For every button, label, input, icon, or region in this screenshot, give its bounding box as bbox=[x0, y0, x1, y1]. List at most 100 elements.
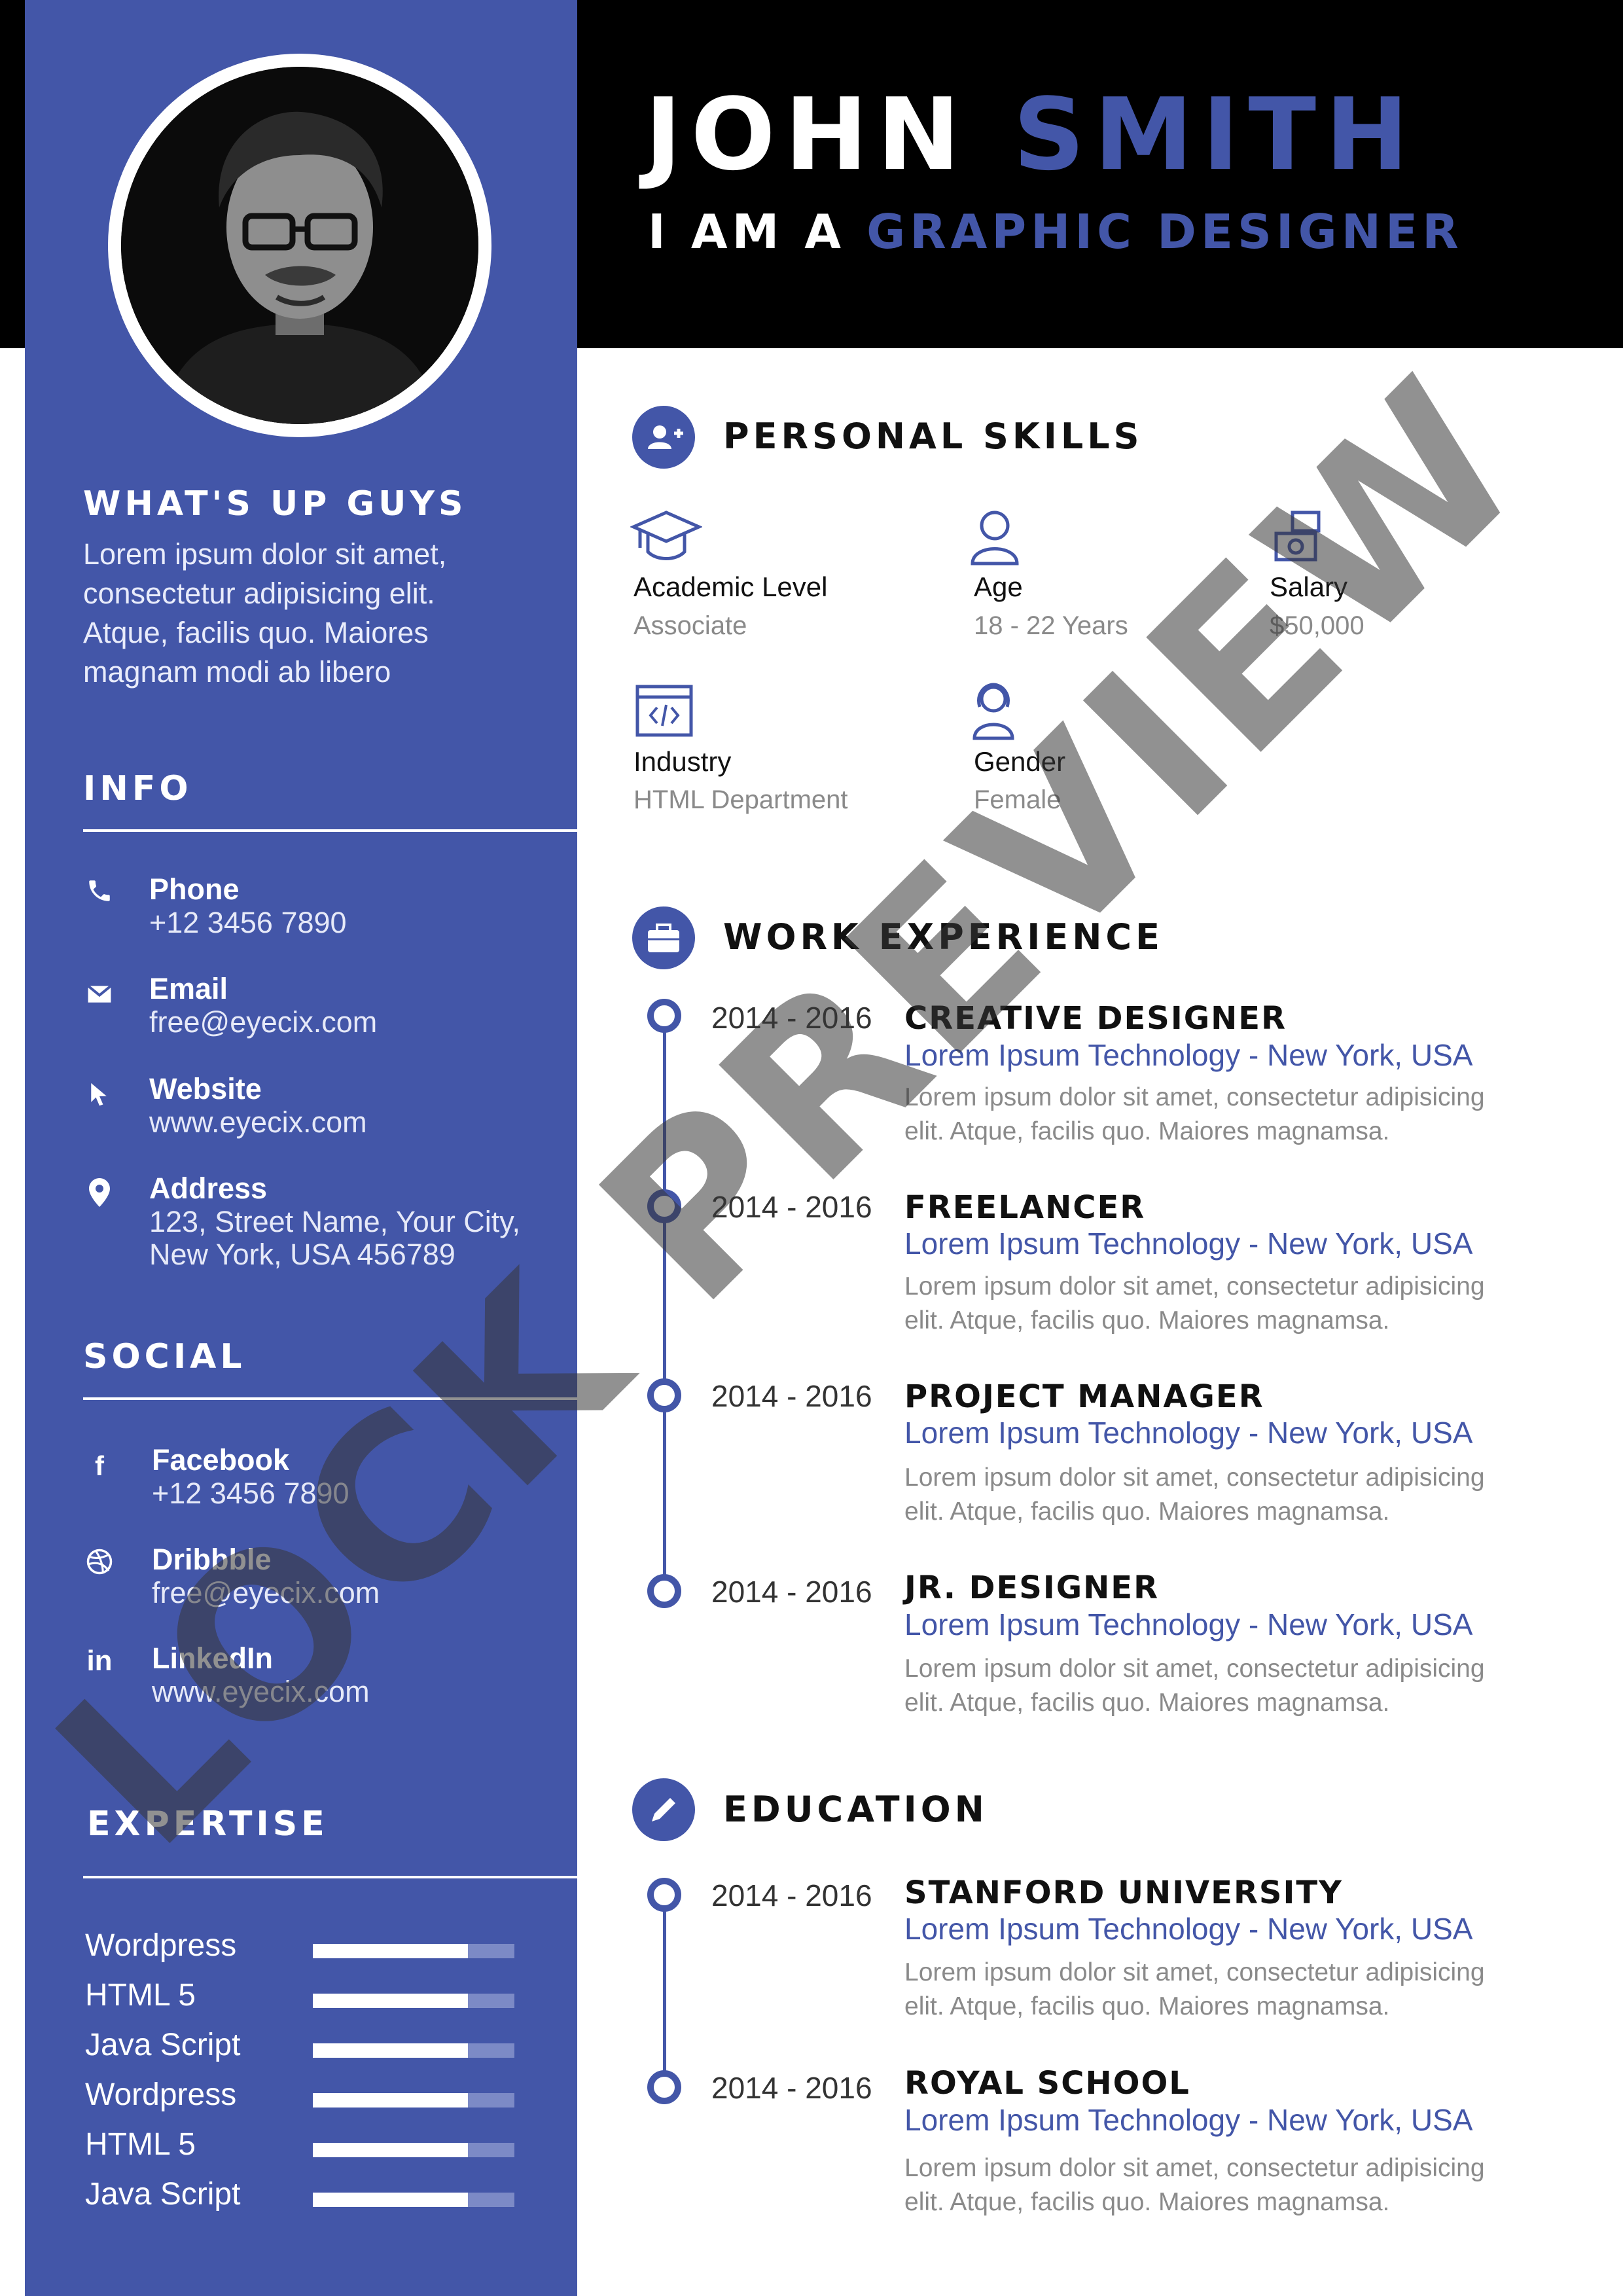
info-phone-value[interactable]: +12 3456 7890 bbox=[149, 906, 347, 939]
facebook-icon[interactable]: f bbox=[83, 1450, 116, 1482]
role-prefix: I AM A bbox=[648, 204, 846, 259]
user-icon bbox=[969, 507, 1027, 566]
last-name: SMITH bbox=[1013, 77, 1418, 192]
expertise-divider bbox=[83, 1876, 577, 1878]
info-address-label: Address bbox=[149, 1172, 268, 1205]
social-facebook-value: +12 3456 7890 bbox=[152, 1477, 349, 1510]
skill-industry-value: HTML Department bbox=[633, 785, 848, 814]
social-dribbble-label[interactable]: Dribbble bbox=[152, 1543, 272, 1577]
skill-gender-label: Gender bbox=[974, 746, 1066, 777]
skill-bar-fill bbox=[313, 2193, 469, 2207]
info-title: INFO bbox=[83, 769, 192, 808]
work-experience-title: WORK EXPERIENCE bbox=[723, 916, 1164, 958]
desc-line: elit. Atque, facilis quo. Maiores magnam… bbox=[904, 2188, 1390, 2216]
skill-bar-track bbox=[313, 2193, 514, 2207]
education-title: EDUCATION bbox=[723, 1789, 988, 1830]
work-company: Lorem Ipsum Technology - New York, USA bbox=[904, 1607, 1473, 1641]
candidate-name: JOHN SMITH bbox=[645, 85, 1418, 185]
skill-bar-fill bbox=[313, 1944, 469, 1958]
social-linkedin-label[interactable]: LinkedIn bbox=[152, 1641, 273, 1676]
skill-academic-value: Associate bbox=[633, 611, 747, 640]
info-website-label: Website bbox=[149, 1072, 262, 1105]
cursor-icon bbox=[83, 1082, 116, 1115]
desc-line: elit. Atque, facilis quo. Maiores magnam… bbox=[904, 1689, 1390, 1717]
skill-label: Java Script bbox=[85, 2028, 241, 2062]
skill-bar-fill bbox=[313, 2043, 469, 2058]
briefcase-icon bbox=[632, 906, 695, 969]
work-description: Lorem ipsum dolor sit amet, consectetur … bbox=[904, 1081, 1598, 1149]
skill-academic-label: Academic Level bbox=[633, 571, 828, 602]
info-email-label: Email bbox=[149, 972, 228, 1005]
desc-line: Lorem ipsum dolor sit amet, consectetur … bbox=[904, 1083, 1485, 1111]
dribbble-icon[interactable] bbox=[83, 1548, 116, 1581]
timeline-dot bbox=[647, 1574, 681, 1608]
skill-bar-track bbox=[313, 2093, 514, 2108]
work-timeline bbox=[663, 1013, 666, 1590]
work-description: Lorem ipsum dolor sit amet, consectetur … bbox=[904, 1461, 1598, 1529]
work-company: Lorem Ipsum Technology - New York, USA bbox=[904, 1038, 1473, 1072]
info-phone-label: Phone bbox=[149, 872, 240, 906]
timeline-dot bbox=[647, 2070, 681, 2104]
info-address-line2: New York, USA 456789 bbox=[149, 1238, 455, 1271]
intro-line: Lorem ipsum dolor sit amet, bbox=[83, 537, 447, 571]
skill-salary-label: Salary bbox=[1270, 571, 1348, 602]
timeline-dot bbox=[647, 999, 681, 1033]
education-company: Lorem Ipsum Technology - New York, USA bbox=[904, 2103, 1473, 2137]
skill-salary-value: $50,000 bbox=[1270, 611, 1364, 640]
add-user-icon bbox=[632, 406, 695, 469]
first-name: JOHN bbox=[645, 77, 970, 192]
email-icon bbox=[83, 978, 116, 1011]
skill-age-value: 18 - 22 Years bbox=[974, 611, 1128, 640]
portrait-image bbox=[121, 67, 478, 424]
skill-label: Wordpress bbox=[85, 2077, 237, 2112]
skill-bar-track bbox=[313, 1944, 514, 1958]
work-title: FREELANCER bbox=[904, 1189, 1146, 1226]
desc-line: elit. Atque, facilis quo. Maiores magnam… bbox=[904, 1498, 1390, 1526]
intro-title: WHAT'S UP GUYS bbox=[83, 484, 467, 524]
social-linkedin-value: www.eyecix.com bbox=[152, 1675, 370, 1708]
personal-skills-title: PERSONAL SKILLS bbox=[723, 416, 1143, 457]
desc-line: elit. Atque, facilis quo. Maiores magnam… bbox=[904, 1117, 1390, 1145]
education-description: Lorem ipsum dolor sit amet, consectetur … bbox=[904, 1956, 1598, 2024]
education-company: Lorem Ipsum Technology - New York, USA bbox=[904, 1912, 1473, 1946]
work-description: Lorem ipsum dolor sit amet, consectetur … bbox=[904, 1652, 1598, 1720]
code-window-icon bbox=[635, 684, 694, 743]
social-facebook-label[interactable]: Facebook bbox=[152, 1443, 289, 1477]
work-title: JR. DESIGNER bbox=[904, 1570, 1160, 1606]
desc-line: Lorem ipsum dolor sit amet, consectetur … bbox=[904, 1463, 1485, 1492]
skill-bar-track bbox=[313, 1994, 514, 2008]
work-years: 2014 - 2016 bbox=[711, 1001, 872, 1035]
work-company: Lorem Ipsum Technology - New York, USA bbox=[904, 1416, 1473, 1450]
education-description: Lorem ipsum dolor sit amet, consectetur … bbox=[904, 2151, 1598, 2219]
desc-line: elit. Atque, facilis quo. Maiores magnam… bbox=[904, 1992, 1390, 2020]
desc-line: Lorem ipsum dolor sit amet, consectetur … bbox=[904, 2154, 1485, 2182]
info-website-value[interactable]: www.eyecix.com bbox=[149, 1106, 367, 1139]
skill-bar-fill bbox=[313, 2143, 469, 2157]
work-years: 2014 - 2016 bbox=[711, 1379, 872, 1413]
skill-bar-fill bbox=[313, 1994, 469, 2008]
desc-line: Lorem ipsum dolor sit amet, consectetur … bbox=[904, 1655, 1485, 1683]
expertise-title: EXPERTISE bbox=[87, 1804, 329, 1844]
graduation-cap-icon bbox=[629, 507, 704, 566]
skill-age-label: Age bbox=[974, 571, 1023, 602]
desc-line: Lorem ipsum dolor sit amet, consectetur … bbox=[904, 1272, 1485, 1300]
skill-industry-label: Industry bbox=[633, 746, 732, 777]
social-title: SOCIAL bbox=[83, 1337, 246, 1376]
linkedin-icon[interactable]: in bbox=[83, 1645, 116, 1677]
work-years: 2014 - 2016 bbox=[711, 1190, 872, 1224]
work-title: CREATIVE DESIGNER bbox=[904, 1000, 1287, 1037]
social-dribbble-value: free@eyecix.com bbox=[152, 1576, 380, 1609]
info-email-value[interactable]: free@eyecix.com bbox=[149, 1006, 377, 1039]
skill-label: HTML 5 bbox=[85, 2127, 196, 2162]
skill-gender-value: Female bbox=[974, 785, 1061, 814]
avatar bbox=[121, 67, 478, 424]
desc-line: Lorem ipsum dolor sit amet, consectetur … bbox=[904, 1958, 1485, 1986]
intro-line: Atque, facilis quo. Maiores bbox=[83, 616, 429, 649]
skill-bar-track bbox=[313, 2143, 514, 2157]
work-title: PROJECT MANAGER bbox=[904, 1378, 1264, 1415]
intro-line: consectetur adipisicing elit. bbox=[83, 577, 435, 610]
education-title-item: STANFORD UNIVERSITY bbox=[904, 1874, 1343, 1911]
work-description: Lorem ipsum dolor sit amet, consectetur … bbox=[904, 1270, 1598, 1338]
money-icon bbox=[1270, 507, 1329, 566]
female-icon bbox=[971, 681, 1029, 740]
